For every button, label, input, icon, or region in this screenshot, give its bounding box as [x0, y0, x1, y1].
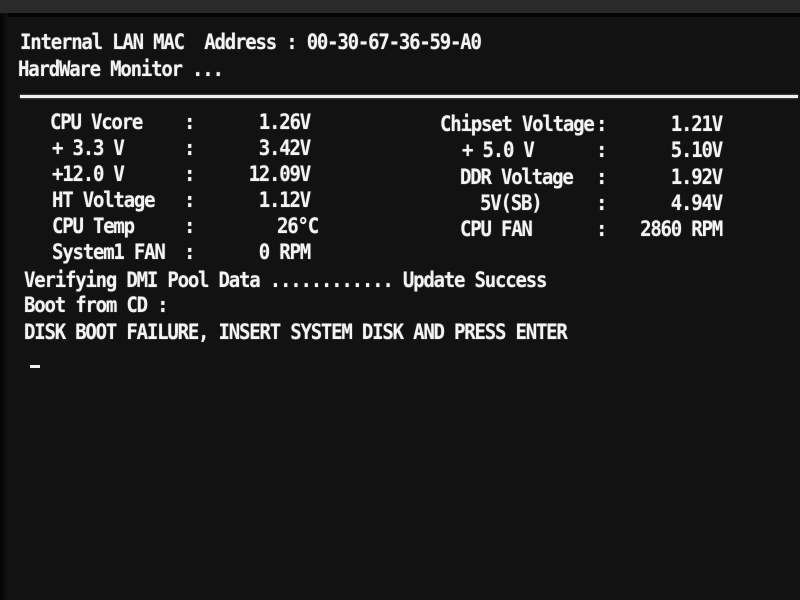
hardware-monitor-title: HardWare Monitor ...: [18, 57, 224, 82]
hw-label: CPU Temp: [52, 214, 135, 239]
hw-value: 5.10V: [670, 138, 723, 163]
boot-from-cd-line: Boot from CD :: [24, 293, 169, 318]
hw-value: 1.92V: [670, 165, 723, 190]
hw-value: 12.09V: [248, 162, 312, 187]
hw-value: 1.26V: [258, 110, 311, 135]
hw-separator: :: [184, 240, 195, 265]
hw-label: +12.0 V: [52, 162, 125, 187]
hw-label: CPU Vcore: [50, 110, 143, 135]
hw-separator: :: [184, 188, 195, 213]
hw-value: 2860 RPM: [640, 217, 723, 242]
dmi-pool-status-line: Verifying DMI Pool Data ............ Upd…: [24, 268, 547, 293]
hw-value: 26°C: [277, 214, 319, 239]
monitor-bezel-top: [0, 0, 800, 17]
hw-separator: :: [184, 162, 195, 187]
bios-post-screen: Internal LAN MAC Address : 00-30-67-36-5…: [0, 0, 800, 600]
mac-address-line: Internal LAN MAC Address : 00-30-67-36-5…: [20, 30, 482, 55]
hw-value: 1.12V: [258, 188, 311, 213]
hw-separator: :: [184, 110, 195, 135]
hw-value: 4.94V: [670, 191, 723, 216]
hw-value: 0 RPM: [258, 240, 311, 265]
hw-label: DDR Voltage: [460, 165, 574, 190]
hw-separator: :: [596, 112, 607, 137]
hw-separator: :: [596, 217, 607, 242]
section-divider: [20, 95, 798, 98]
hw-label: + 3.3 V: [52, 136, 125, 161]
hw-label: 5V(SB): [480, 191, 543, 216]
hw-label: + 5.0 V: [462, 138, 535, 163]
hw-separator: :: [596, 138, 607, 163]
hw-label: System1 FAN: [52, 240, 166, 265]
hw-separator: :: [184, 136, 195, 161]
hw-label: HT Voltage: [52, 188, 156, 213]
hw-separator: :: [596, 191, 607, 216]
hw-separator: :: [184, 214, 195, 239]
hw-label: Chipset Voltage: [440, 112, 595, 137]
hw-value: 1.21V: [670, 112, 723, 137]
hw-separator: :: [596, 165, 607, 190]
hw-label: CPU FAN: [460, 217, 533, 242]
disk-boot-failure-message: DISK BOOT FAILURE, INSERT SYSTEM DISK AN…: [24, 320, 568, 345]
hw-value: 3.42V: [258, 136, 311, 161]
monitor-bezel-left: [0, 13, 8, 600]
text-cursor: [30, 365, 40, 368]
